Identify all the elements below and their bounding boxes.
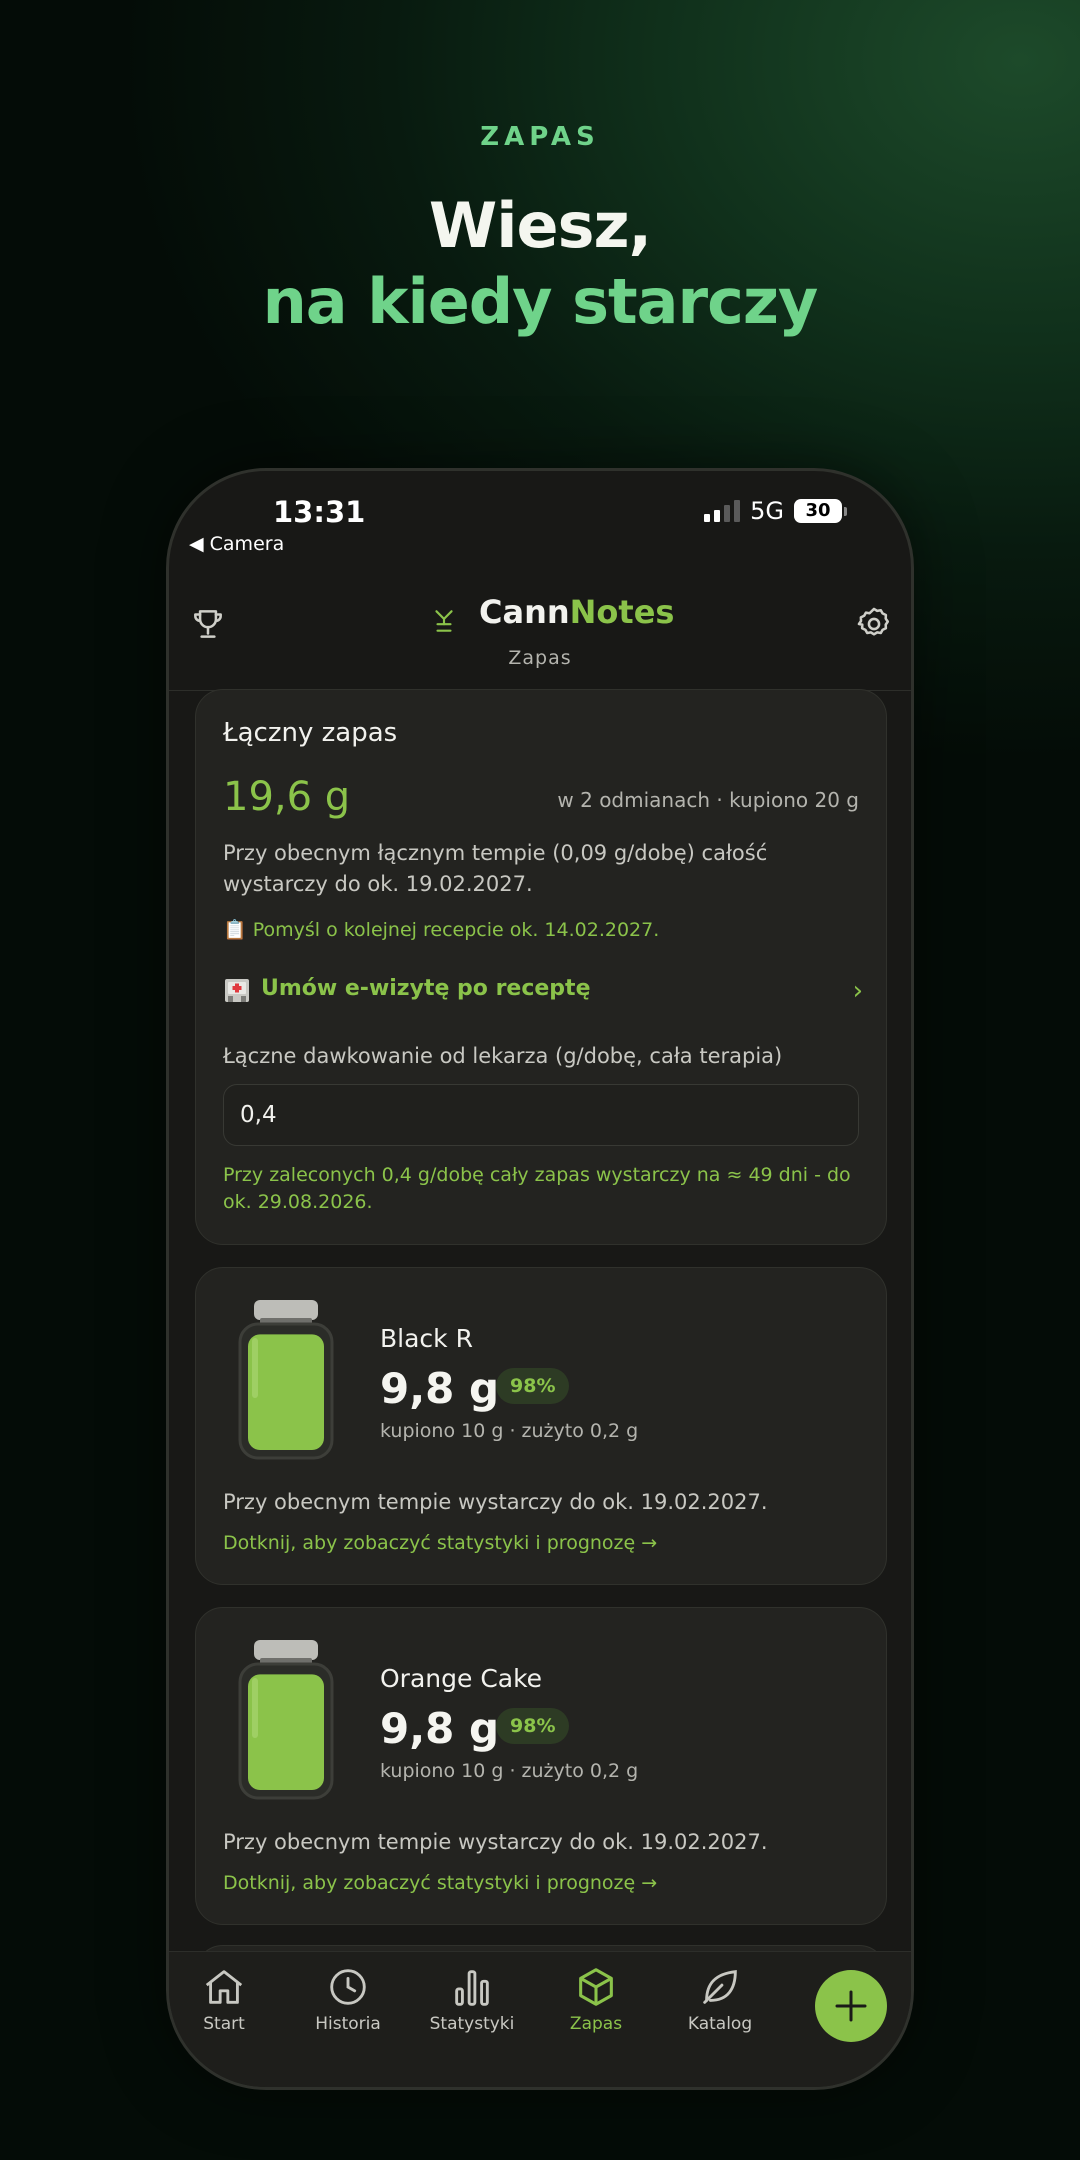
battery-icon: 30 xyxy=(794,499,847,523)
status-time: 13:31 xyxy=(273,495,366,529)
tab-label: Zapas xyxy=(569,2014,623,2034)
strain-pace: Przy obecnym tempie wystarczy do ok. 19.… xyxy=(223,1490,768,1514)
promo-title: Wiesz, na kiedy starczy xyxy=(0,188,1080,340)
strain-amount: 9,8 g xyxy=(380,1704,500,1753)
strain-card[interactable]: Black R 9,8 g 98% kupiono 10 g · zużyto … xyxy=(195,1267,887,1585)
strain-pace: Przy obecnym tempie wystarczy do ok. 19.… xyxy=(223,1830,768,1854)
promo-title-line1: Wiesz, xyxy=(428,189,652,262)
strain-meta: kupiono 10 g · zużyto 0,2 g xyxy=(380,1760,639,1782)
jar-icon xyxy=(238,1640,334,1800)
tab-label: Historia xyxy=(315,2014,381,2034)
bar-chart-icon xyxy=(455,1970,489,2006)
total-stock-title: Łączny zapas xyxy=(223,718,398,748)
page-title: Zapas xyxy=(508,647,572,669)
tab-katalog[interactable]: Katalog xyxy=(665,1964,775,2034)
tab-label: Start xyxy=(203,2014,245,2034)
strain-stats-link[interactable]: Dotknij, aby zobaczyć statystyki i progn… xyxy=(223,1872,657,1894)
jar-icon xyxy=(238,1300,334,1460)
promo-eyebrow: ZAPAS xyxy=(480,122,600,152)
clock-icon xyxy=(330,1969,366,2005)
signal-icon xyxy=(704,500,741,522)
strain-amount: 9,8 g xyxy=(380,1364,500,1413)
tab-label: Statystyki xyxy=(429,2014,515,2034)
strain-stats-link[interactable]: Dotknij, aby zobaczyć statystyki i progn… xyxy=(223,1532,657,1554)
strain-meta: kupiono 10 g · zużyto 0,2 g xyxy=(380,1420,639,1442)
book-e-visit-link[interactable]: Umów e-wizytę po receptę › xyxy=(223,972,863,1012)
tab-label: Katalog xyxy=(687,2014,753,2034)
promo-title-line2: na kiedy starczy xyxy=(262,265,819,338)
battery-level: 30 xyxy=(794,499,842,523)
status-indicators: 5G 30 xyxy=(704,497,847,525)
app-brand: CannNotes xyxy=(479,593,674,631)
total-stock-amount: 19,6 g xyxy=(223,774,351,820)
chevron-right-icon: › xyxy=(852,976,863,1006)
add-button[interactable] xyxy=(815,1970,887,2042)
phone-frame: 13:31 ◀ Camera 5G 30 CannNotes Zapas Łąc… xyxy=(166,468,914,2090)
strain-name: Black R xyxy=(380,1324,473,1353)
brand-part2: Notes xyxy=(569,593,675,631)
bottom-tab-bar: Start Historia Statystyki Zapas Katalog xyxy=(169,1951,911,2087)
strain-percent-badge: 98% xyxy=(496,1708,570,1744)
book-e-visit-label: Umów e-wizytę po receptę xyxy=(261,976,591,1001)
total-stock-description: Przy obecnym łącznym tempie (0,09 g/dobę… xyxy=(223,841,768,896)
prescription-hint: 📋 Pomyśl o kolejnej recepcie ok. 14.02.2… xyxy=(223,919,660,941)
dosage-recommendation: Przy zaleconych 0,4 g/dobę cały zapas wy… xyxy=(223,1164,851,1213)
tab-historia[interactable]: Historia xyxy=(293,1964,403,2034)
gear-icon[interactable] xyxy=(855,605,893,643)
strain-name: Orange Cake xyxy=(380,1664,543,1693)
cannabis-logo-icon xyxy=(435,610,453,632)
box-icon xyxy=(579,1968,613,2006)
trophy-icon[interactable] xyxy=(189,605,227,643)
strain-card[interactable]: Orange Cake 9,8 g 98% kupiono 10 g · zuż… xyxy=(195,1607,887,1925)
tab-zapas[interactable]: Zapas xyxy=(541,1964,651,2034)
home-icon xyxy=(205,1970,243,2004)
leaf-icon xyxy=(703,1970,737,2004)
strain-percent-badge: 98% xyxy=(496,1368,570,1404)
tab-start[interactable]: Start xyxy=(169,1964,279,2034)
brand-part1: Cann xyxy=(479,593,570,631)
tab-statystyki[interactable]: Statystyki xyxy=(417,1964,527,2034)
network-type: 5G xyxy=(750,497,784,525)
dosage-label: Łączne dawkowanie od lekarza (g/dobę, ca… xyxy=(223,1044,783,1068)
total-stock-meta: w 2 odmianach · kupiono 20 g xyxy=(557,788,859,812)
plus-icon xyxy=(835,1990,867,2022)
back-to-camera-link[interactable]: ◀ Camera xyxy=(189,533,284,555)
app-header: CannNotes Zapas xyxy=(169,583,911,691)
dosage-input[interactable]: 0,4 xyxy=(223,1084,859,1146)
clinic-icon xyxy=(225,979,249,1002)
total-stock-card: Łączny zapas 19,6 g w 2 odmianach · kupi… xyxy=(195,689,887,1245)
